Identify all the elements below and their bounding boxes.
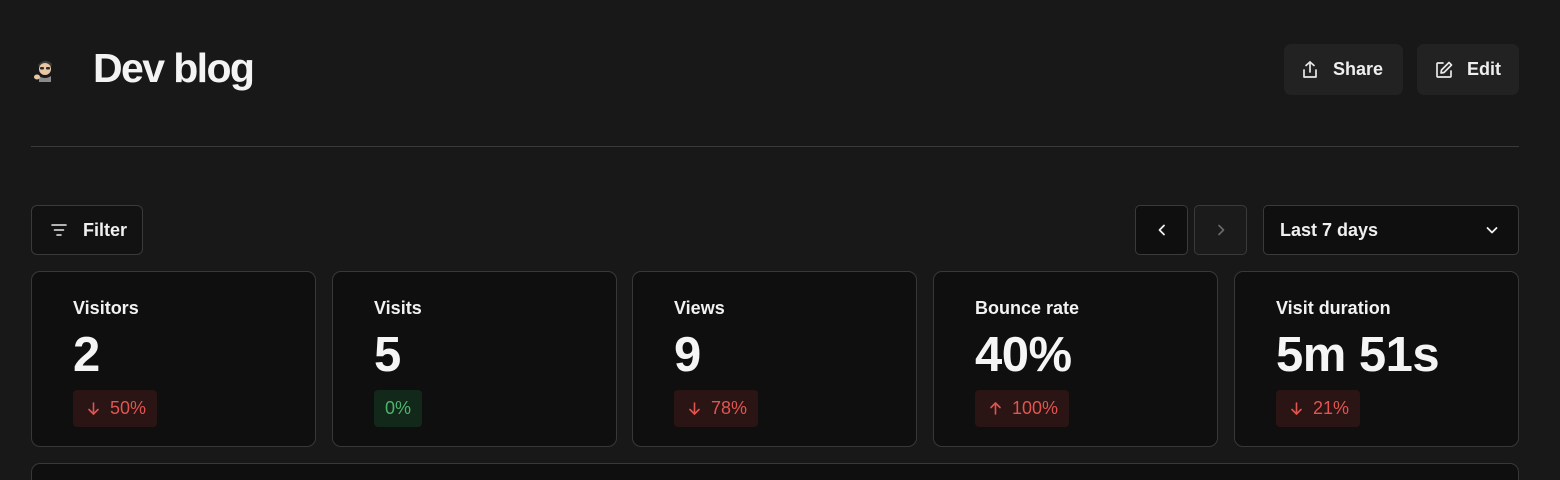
- arrow-down-icon: [689, 402, 700, 415]
- filter-button[interactable]: Filter: [31, 205, 143, 255]
- stat-change-value: 100%: [1012, 398, 1059, 418]
- stat-value: 2: [73, 328, 100, 382]
- date-range-label: Last 7 days: [1280, 219, 1379, 240]
- stat-label: Views: [674, 298, 725, 318]
- stat-label: Visit duration: [1276, 298, 1391, 318]
- date-range-select[interactable]: Last 7 days: [1263, 205, 1519, 255]
- stat-change-badge: 100%: [975, 390, 1070, 427]
- stat-change-value: 78%: [711, 398, 748, 418]
- stat-label: Visits: [374, 298, 422, 318]
- filter-label: Filter: [83, 219, 128, 240]
- chevron-down-icon: [1486, 227, 1498, 234]
- previous-period-button[interactable]: [1135, 205, 1188, 255]
- edit-label: Edit: [1467, 59, 1501, 79]
- share-button[interactable]: Share: [1284, 44, 1403, 95]
- site-header: Dev blog Share Edit: [31, 40, 1519, 100]
- stat-card-views[interactable]: Views 9 78%: [632, 271, 917, 447]
- stat-label: Visitors: [73, 298, 139, 318]
- arrow-down-icon: [88, 402, 99, 415]
- stat-value: 9: [674, 328, 701, 382]
- arrow-down-icon: [1291, 402, 1302, 415]
- stat-card-visit-duration[interactable]: Visit duration 5m 51s 21%: [1234, 271, 1519, 447]
- stat-value: 40%: [975, 328, 1072, 382]
- share-label: Share: [1333, 59, 1384, 79]
- filter-icon: [51, 224, 67, 236]
- arrow-up-icon: [990, 402, 1001, 415]
- chevron-right-icon: [1217, 224, 1224, 236]
- stat-change-badge: 0%: [374, 390, 423, 427]
- next-period-button[interactable]: [1194, 205, 1247, 255]
- stat-change-badge: 78%: [674, 390, 759, 427]
- header-divider: [31, 146, 1519, 147]
- stat-card-visitors[interactable]: Visitors 2 50%: [31, 271, 316, 447]
- stat-card-bounce-rate[interactable]: Bounce rate 40% 100%: [933, 271, 1218, 447]
- avatar-emoji-icon: [33, 56, 57, 82]
- stat-value: 5m 51s: [1276, 328, 1440, 382]
- stat-change-badge: 21%: [1276, 390, 1361, 427]
- site-title: Dev blog: [93, 45, 255, 91]
- stat-change-value: 21%: [1313, 398, 1350, 418]
- stat-change-badge: 50%: [73, 390, 158, 427]
- dashboard-page: Dev blog Share Edit Filter Last 7 days V…: [0, 0, 1560, 480]
- share-icon: [1303, 60, 1317, 78]
- edit-button[interactable]: Edit: [1417, 44, 1519, 95]
- stat-change-value: 0%: [385, 398, 412, 418]
- chart-panel: [31, 463, 1519, 480]
- stat-label: Bounce rate: [975, 298, 1080, 318]
- chevron-left-icon: [1158, 224, 1165, 236]
- edit-icon: [1436, 61, 1453, 78]
- stat-card-visits[interactable]: Visits 5 0%: [332, 271, 617, 447]
- stat-change-value: 50%: [110, 398, 147, 418]
- stat-value: 5: [374, 328, 401, 382]
